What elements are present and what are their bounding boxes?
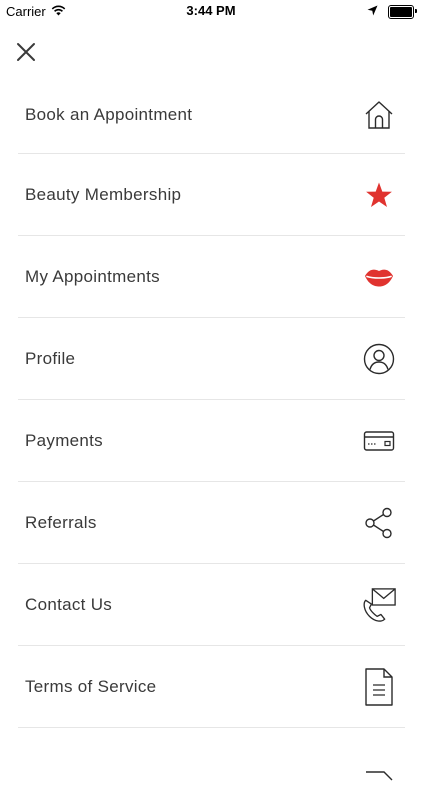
battery-cap — [415, 8, 417, 13]
home-icon — [361, 97, 397, 133]
star-icon — [361, 177, 397, 213]
menu-item-label: Book an Appointment — [25, 105, 193, 124]
menu-item-partial[interactable] — [18, 728, 405, 809]
menu-item-label: My Appointments — [25, 266, 160, 286]
menu-item-profile[interactable]: Profile — [18, 318, 405, 400]
status-bar: Carrier 3:44 PM — [0, 0, 422, 22]
menu-item-book-appointment[interactable]: Book an Appointment — [18, 77, 405, 154]
side-menu: Book an Appointment Beauty Membership My… — [18, 77, 405, 809]
menu-item-contact-us[interactable]: Contact Us — [18, 564, 405, 646]
user-circle-icon — [361, 341, 397, 377]
credit-card-icon — [361, 423, 397, 459]
menu-item-label: Profile — [25, 348, 76, 368]
phone-mail-icon — [361, 587, 397, 623]
location-arrow-icon — [367, 4, 378, 19]
share-icon — [361, 505, 397, 541]
menu-item-label: Terms of Service — [25, 676, 157, 696]
close-icon — [17, 43, 35, 61]
menu-item-payments[interactable]: Payments — [18, 400, 405, 482]
status-time: 3:44 PM — [186, 3, 236, 18]
document-icon — [361, 667, 397, 706]
lips-icon — [361, 259, 397, 295]
menu-item-label: Payments — [25, 430, 103, 450]
close-button[interactable] — [14, 40, 38, 64]
menu-item-my-appointments[interactable]: My Appointments — [18, 236, 405, 318]
status-right — [367, 4, 417, 19]
battery-fill — [390, 6, 412, 17]
document-icon — [361, 751, 397, 787]
menu-item-terms-of-service[interactable]: Terms of Service — [18, 646, 405, 728]
menu-item-referrals[interactable]: Referrals — [18, 482, 405, 564]
menu-item-label: Contact Us — [25, 594, 113, 614]
battery-icon — [388, 4, 417, 19]
menu-item-label: Referrals — [25, 512, 97, 532]
menu-item-label: Beauty Membership — [25, 184, 182, 204]
menu-item-beauty-membership[interactable]: Beauty Membership — [18, 154, 405, 236]
